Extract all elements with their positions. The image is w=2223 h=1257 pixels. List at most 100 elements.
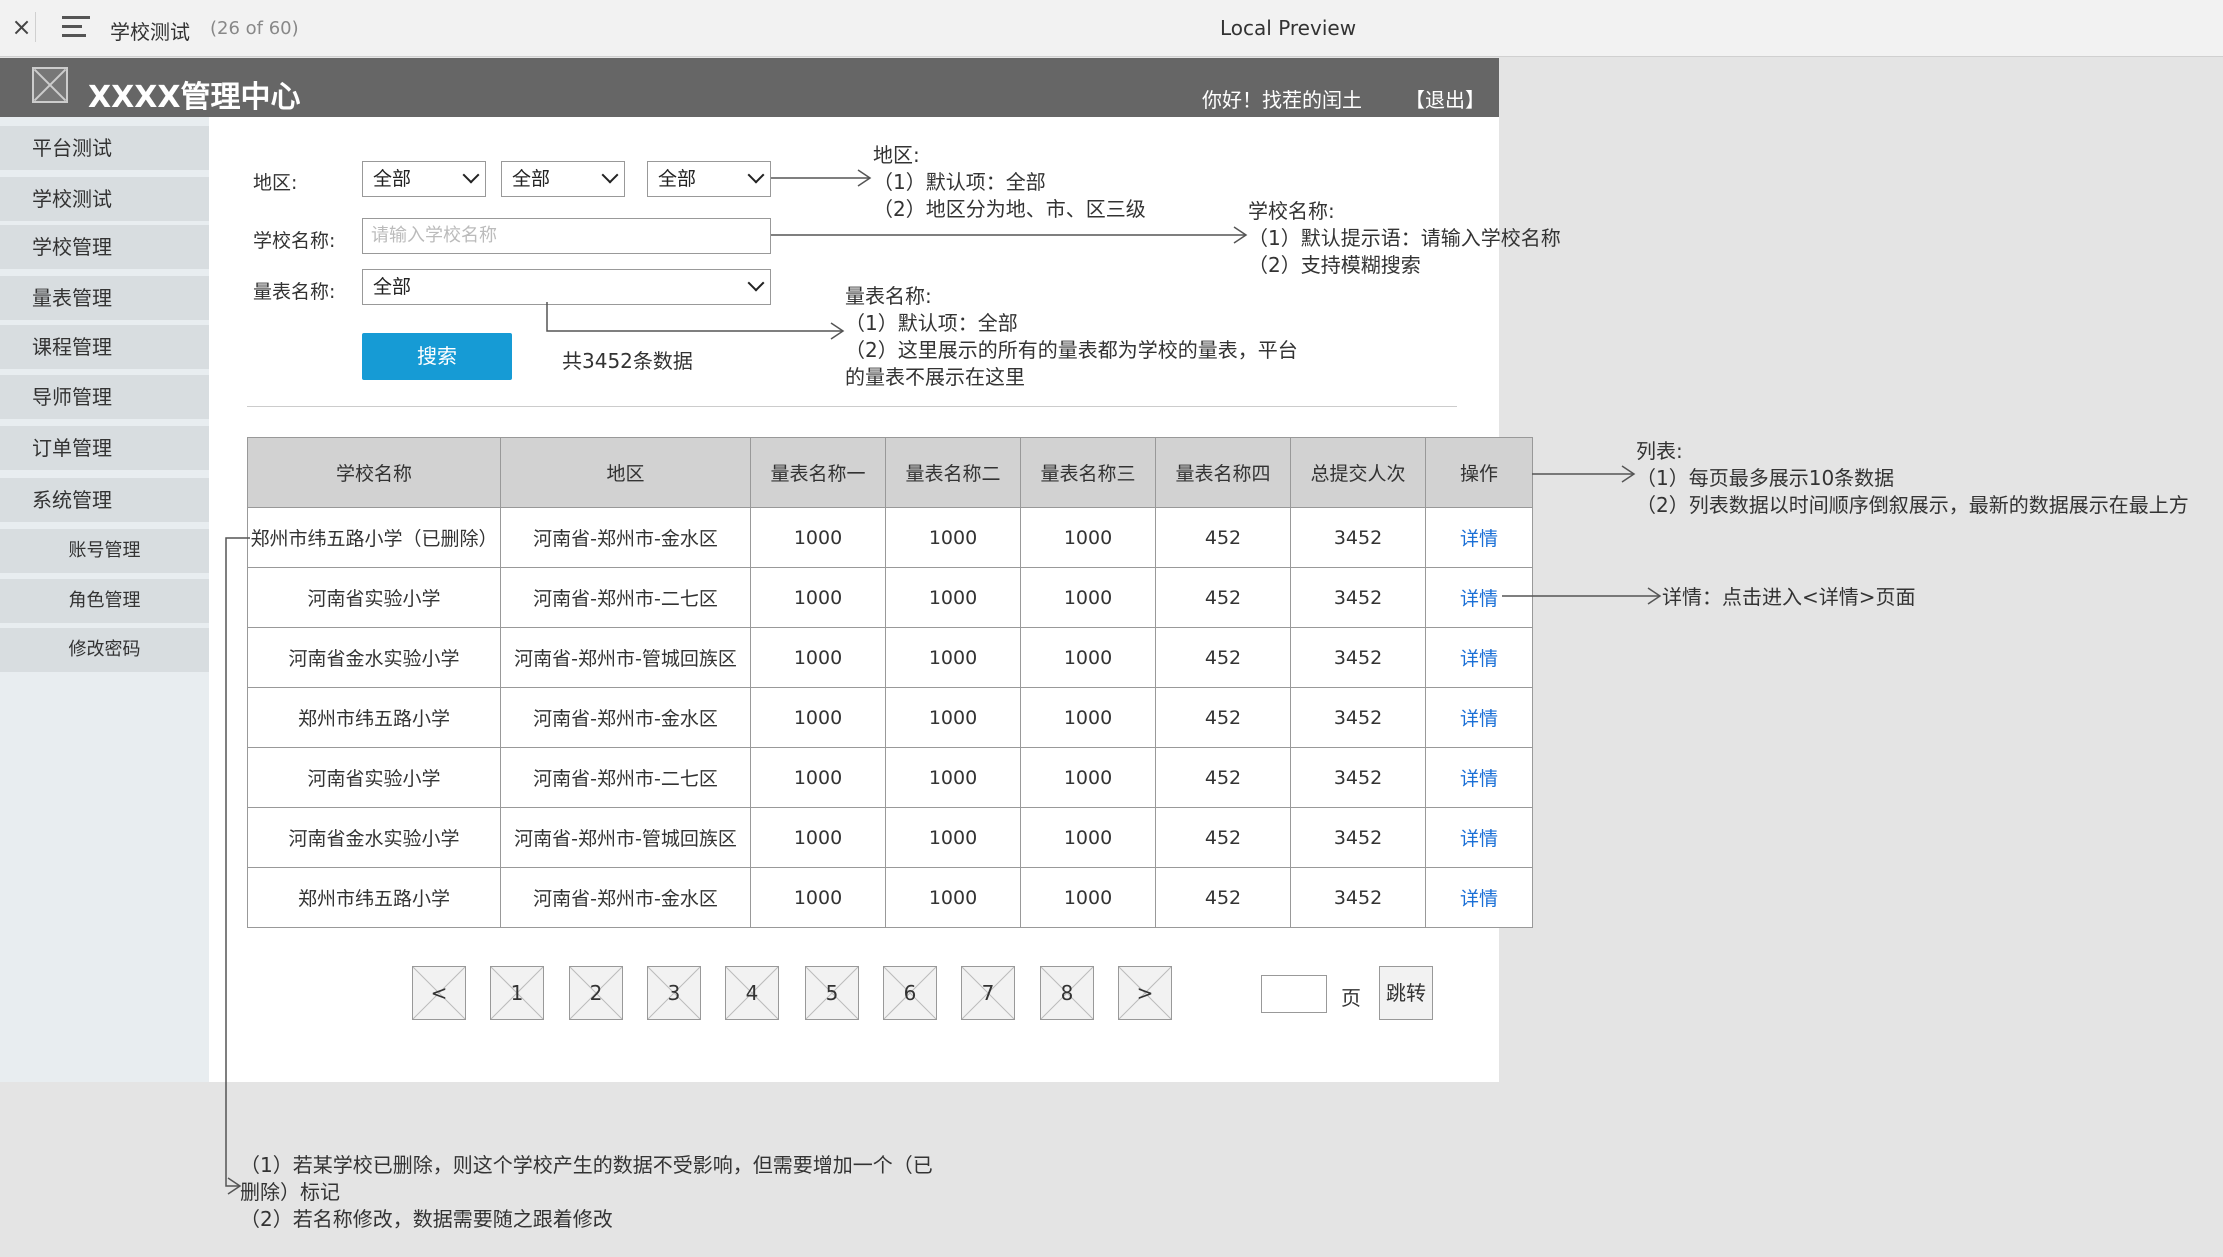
table-header-row: 学校名称 地区 量表名称一 量表名称二 量表名称三 量表名称四 总提交人次 操作 — [247, 437, 1533, 508]
sidebar-item-scale-management[interactable]: 量表管理 — [0, 276, 209, 320]
region-cell: 河南省-郑州市-金水区 — [500, 687, 751, 748]
scale-3-cell: 1000 — [1020, 627, 1156, 688]
detail-annotation: 详情：点击进入<详情>页面 — [1662, 585, 1916, 609]
school-name-cell: 郑州市纬五路小学（已删除） — [247, 507, 501, 568]
column-header: 总提交人次 — [1290, 437, 1426, 508]
school-name-input[interactable]: 请输入学校名称 — [362, 218, 771, 254]
scale-4-cell: 452 — [1155, 867, 1291, 928]
page-button-1[interactable]: 1 — [490, 966, 544, 1020]
sidebar-subitem-password[interactable]: 修改密码 — [0, 628, 209, 672]
table-row: 河南省金水实验小学 河南省-郑州市-管城回族区 1000 1000 1000 4… — [247, 627, 1533, 688]
jump-button[interactable]: 跳转 — [1379, 966, 1433, 1020]
column-header: 操作 — [1425, 437, 1533, 508]
detail-link[interactable]: 详情 — [1425, 627, 1533, 688]
column-header: 量表名称四 — [1155, 437, 1291, 508]
scale-1-cell: 1000 — [750, 747, 886, 808]
region-cell: 河南省-郑州市-管城回族区 — [500, 627, 751, 688]
app-header: XXXX管理中心 你好！找茬的闰土 【退出】 — [0, 58, 1499, 117]
scale-2-cell: 1000 — [885, 747, 1021, 808]
scale-2-cell: 1000 — [885, 627, 1021, 688]
search-button[interactable]: 搜索 — [362, 333, 512, 380]
scale-1-cell: 1000 — [750, 807, 886, 868]
logout-link[interactable]: 【退出】 — [1405, 84, 1485, 113]
sidebar-item-school-test[interactable]: 学校测试 — [0, 177, 209, 221]
sidebar-item-course-management[interactable]: 课程管理 — [0, 325, 209, 369]
detail-link[interactable]: 详情 — [1425, 567, 1533, 628]
region-cell: 河南省-郑州市-金水区 — [500, 507, 751, 568]
province-select[interactable]: 全部 — [362, 161, 486, 197]
column-header: 学校名称 — [247, 437, 501, 508]
scale-4-cell: 452 — [1155, 567, 1291, 628]
school-name-cell: 河南省金水实验小学 — [247, 627, 501, 688]
column-header: 地区 — [500, 437, 751, 508]
page-button-7[interactable]: 7 — [961, 966, 1015, 1020]
total-submissions-cell: 3452 — [1290, 627, 1426, 688]
detail-link[interactable]: 详情 — [1425, 807, 1533, 868]
sidebar-subitem-role[interactable]: 角色管理 — [0, 579, 209, 623]
sidebar-item-system-management[interactable]: 系统管理 — [0, 478, 209, 522]
page-unit-label: 页 — [1341, 986, 1361, 1010]
menu-icon[interactable] — [62, 16, 90, 40]
region-cell: 河南省-郑州市-金水区 — [500, 867, 751, 928]
column-header: 量表名称二 — [885, 437, 1021, 508]
preview-label: Local Preview — [1220, 16, 1357, 40]
scale-3-cell: 1000 — [1020, 507, 1156, 568]
divider — [247, 406, 1457, 407]
column-header: 量表名称三 — [1020, 437, 1156, 508]
detail-link[interactable]: 详情 — [1425, 867, 1533, 928]
sidebar-item-tutor-management[interactable]: 导师管理 — [0, 375, 209, 419]
table-row: 郑州市纬五路小学 河南省-郑州市-金水区 1000 1000 1000 452 … — [247, 687, 1533, 748]
sidebar-item-school-management[interactable]: 学校管理 — [0, 225, 209, 269]
scale-2-cell: 1000 — [885, 687, 1021, 748]
district-select[interactable]: 全部 — [647, 161, 771, 197]
logo-placeholder-icon — [32, 67, 68, 103]
total-submissions-cell: 3452 — [1290, 567, 1426, 628]
page-count: (26 of 60) — [210, 18, 299, 39]
table-row: 河南省实验小学 河南省-郑州市-二七区 1000 1000 1000 452 3… — [247, 567, 1533, 628]
scale-3-cell: 1000 — [1020, 747, 1156, 808]
school-name-cell: 河南省实验小学 — [247, 567, 501, 628]
school-name-cell: 郑州市纬五路小学 — [247, 867, 501, 928]
scale-name-select[interactable]: 全部 — [362, 269, 771, 305]
scale-4-cell: 452 — [1155, 687, 1291, 748]
total-submissions-cell: 3452 — [1290, 867, 1426, 928]
school-name-cell: 河南省实验小学 — [247, 747, 501, 808]
page-button-4[interactable]: 4 — [725, 966, 779, 1020]
scale-1-cell: 1000 — [750, 507, 886, 568]
page-button-6[interactable]: 6 — [883, 966, 937, 1020]
detail-link[interactable]: 详情 — [1425, 507, 1533, 568]
page-button-5[interactable]: 5 — [805, 966, 859, 1020]
scale-4-cell: 452 — [1155, 747, 1291, 808]
scale-4-cell: 452 — [1155, 507, 1291, 568]
scale-3-cell: 1000 — [1020, 567, 1156, 628]
detail-link[interactable]: 详情 — [1425, 687, 1533, 748]
page-button-8[interactable]: 8 — [1040, 966, 1094, 1020]
close-icon[interactable]: × — [8, 12, 36, 42]
page-button-3[interactable]: 3 — [647, 966, 701, 1020]
list-annotation: 列表: （1）每页最多展示10条数据 （2）列表数据以时间顺序倒叙展示，最新的数… — [1636, 439, 2189, 517]
city-select[interactable]: 全部 — [501, 161, 625, 197]
deleted-annotation: （1）若某学校已删除，则这个学校产生的数据不受影响，但需要增加一个（已 删除）标… — [240, 1153, 933, 1231]
scale-1-cell: 1000 — [750, 627, 886, 688]
detail-link[interactable]: 详情 — [1425, 747, 1533, 808]
chevron-down-icon — [601, 166, 619, 184]
scale-4-cell: 452 — [1155, 807, 1291, 868]
scale-3-cell: 1000 — [1020, 867, 1156, 928]
school-annotation: 学校名称: （1）默认提示语：请输入学校名称 （2）支持模糊搜索 — [1248, 199, 1561, 277]
scale-1-cell: 1000 — [750, 687, 886, 748]
region-cell: 河南省-郑州市-管城回族区 — [500, 807, 751, 868]
page-number-input[interactable] — [1261, 975, 1327, 1013]
scale-3-cell: 1000 — [1020, 687, 1156, 748]
sidebar-item-order-management[interactable]: 订单管理 — [0, 426, 209, 470]
chevron-down-icon — [747, 274, 765, 292]
sidebar-subitem-account[interactable]: 账号管理 — [0, 529, 209, 573]
prev-page-button[interactable]: < — [412, 966, 466, 1020]
region-cell: 河南省-郑州市-二七区 — [500, 747, 751, 808]
next-page-button[interactable]: > — [1118, 966, 1172, 1020]
region-cell: 河南省-郑州市-二七区 — [500, 567, 751, 628]
scale-2-cell: 1000 — [885, 867, 1021, 928]
sidebar-item-platform-test[interactable]: 平台测试 — [0, 126, 209, 170]
page-button-2[interactable]: 2 — [569, 966, 623, 1020]
school-data-table: 学校名称 地区 量表名称一 量表名称二 量表名称三 量表名称四 总提交人次 操作… — [247, 437, 1533, 928]
user-greeting: 你好！找茬的闰土 — [1202, 88, 1362, 112]
